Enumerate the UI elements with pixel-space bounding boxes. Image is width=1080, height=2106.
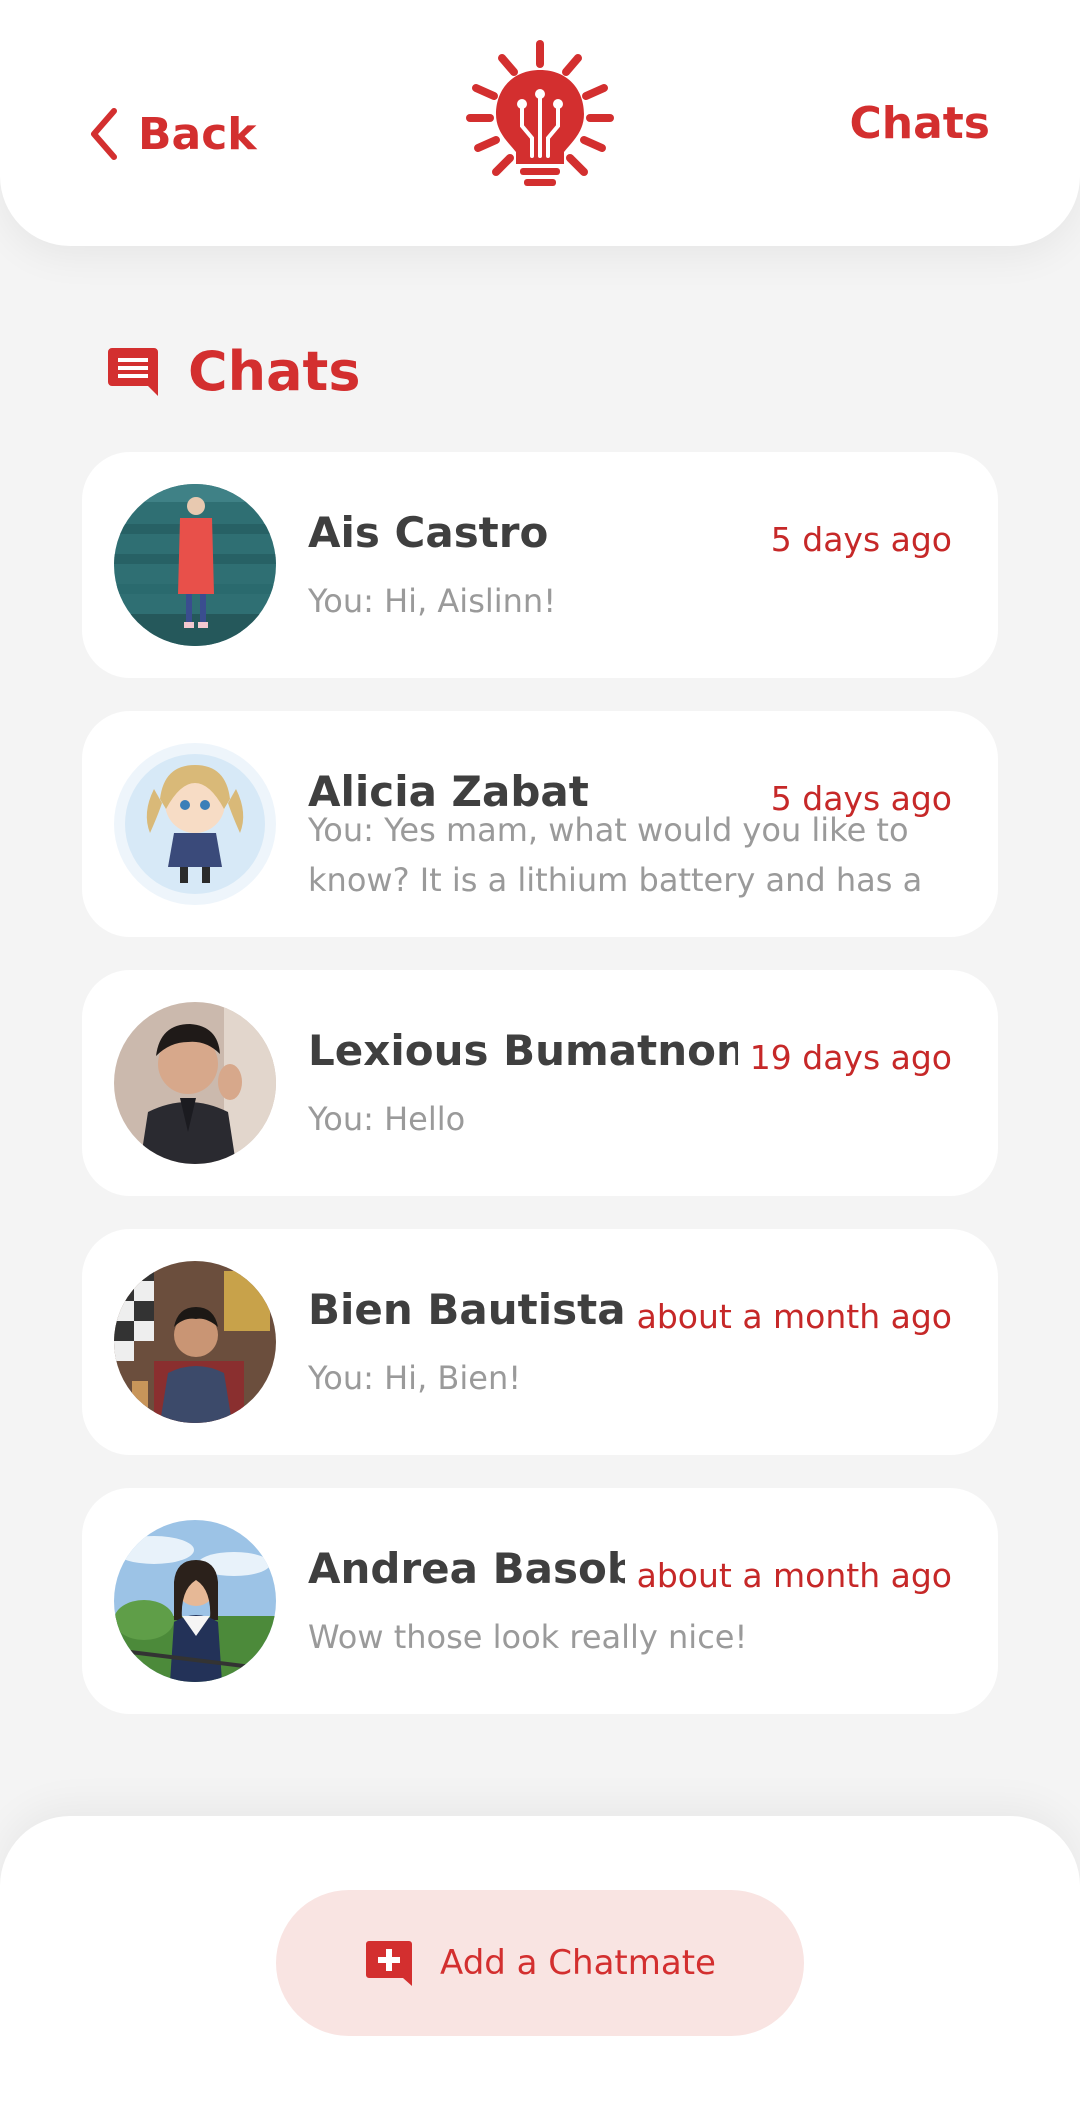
chat-item[interactable]: Alicia Zabat 5 days ago You: Yes mam, wh… (82, 711, 998, 937)
top-bar: Back Chats (0, 0, 1080, 246)
message-time: about a month ago (624, 1297, 952, 1336)
bottom-bar: Add a Chatmate (0, 1816, 1080, 2106)
avatar (114, 743, 276, 905)
avatar (114, 484, 276, 646)
avatar (114, 1520, 276, 1682)
contact-name: Lexious Bumatnong (308, 1026, 738, 1075)
message-preview: You: Yes mam, what would you like to kno… (308, 811, 923, 899)
chat-list: Ais Castro 5 days ago You: Hi, Aislinn! … (82, 452, 998, 1747)
avatar (114, 1261, 276, 1423)
add-chatmate-label: Add a Chatmate (440, 1943, 716, 1983)
chat-item[interactable]: Bien Bautista about a month ago You: Hi,… (82, 1229, 998, 1455)
message-time: 5 days ago (758, 520, 952, 559)
chat-item[interactable]: Andrea Basob about a month ago Wow those… (82, 1488, 998, 1714)
avatar (114, 1002, 276, 1164)
chat-item[interactable]: Lexious Bumatnong 19 days ago You: Hello (82, 970, 998, 1196)
section-heading: Chats (106, 336, 360, 406)
back-button[interactable]: Back (86, 104, 257, 164)
message-preview: Wow those look really nice! (308, 1618, 748, 1656)
message-time: about a month ago (624, 1556, 952, 1595)
section-title: Chats (188, 339, 361, 403)
chats-header-link[interactable]: Chats (849, 98, 990, 149)
chat-item[interactable]: Ais Castro 5 days ago You: Hi, Aislinn! (82, 452, 998, 678)
message-preview: You: Hi, Bien! (308, 1359, 522, 1397)
back-label: Back (138, 108, 257, 160)
message-preview: You: Hello (308, 1100, 466, 1138)
message-preview: You: Hi, Aislinn! (308, 582, 557, 620)
add-chatmate-button[interactable]: Add a Chatmate (276, 1890, 804, 2036)
chevron-left-icon (91, 108, 117, 160)
add-chat-icon (366, 1941, 413, 1986)
message-time: 19 days ago (737, 1038, 952, 1077)
app-logo (466, 40, 614, 186)
contact-name: Ais Castro (308, 508, 549, 557)
chat-bubble-icon (108, 348, 158, 396)
